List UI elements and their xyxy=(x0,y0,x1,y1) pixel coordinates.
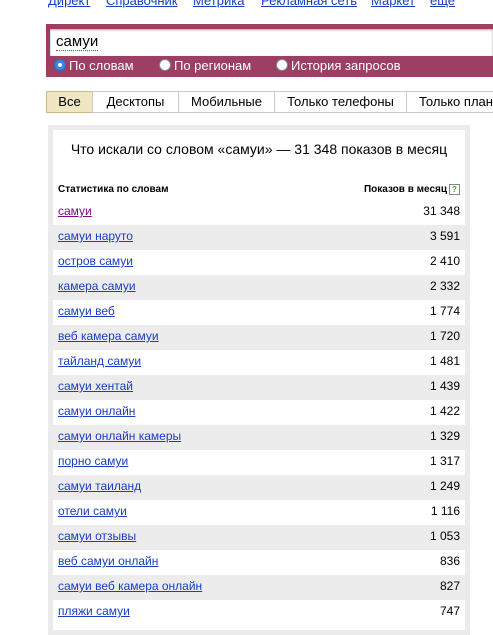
keyword-link[interactable]: самуи веб xyxy=(58,304,115,318)
search-input[interactable]: самуи xyxy=(50,29,493,56)
keyword-link[interactable]: самуи онлайн xyxy=(58,404,135,418)
nav-link-reference[interactable]: Справочник xyxy=(106,0,178,8)
panel-title: Что искали со словом «самуи» — 31 348 по… xyxy=(70,141,448,157)
impressions-count: 3 591 xyxy=(429,229,460,243)
mode-query-history-label: История запросов xyxy=(291,58,401,73)
column-header-impressions-label: Показов в месяц xyxy=(363,184,447,195)
help-icon[interactable]: ? xyxy=(449,184,460,195)
table-row: самуи веб камера онлайн 827 xyxy=(53,575,465,600)
tab-tablets-only[interactable]: Только планшеты xyxy=(406,91,493,113)
nav-link-metrika[interactable]: Метрика xyxy=(193,0,244,8)
keyword-link[interactable]: камера самуи xyxy=(58,279,136,293)
table-row: порно самуи 1 317 xyxy=(53,450,465,475)
keyword-link[interactable]: тайланд самуи xyxy=(58,354,141,368)
keyword-link[interactable]: самуи хентай xyxy=(58,379,133,393)
table-row: остров самуи 2 410 xyxy=(53,250,465,275)
table-row: самуи таиланд 1 249 xyxy=(53,475,465,500)
impressions-count: 827 xyxy=(439,579,460,593)
table-row: самуи онлайн камеры 1 329 xyxy=(53,425,465,450)
search-query-text: самуи xyxy=(56,33,99,51)
column-header-impressions: Показов в месяц? xyxy=(364,184,460,195)
tab-all[interactable]: Все xyxy=(46,91,93,113)
table-row: самуи отзывы 1 053 xyxy=(53,525,465,550)
impressions-count: 1 317 xyxy=(429,454,460,468)
impressions-count: 1 481 xyxy=(429,354,460,368)
table-row: камера самуи 2 332 xyxy=(53,275,465,300)
keyword-link[interactable]: остров самуи xyxy=(58,254,133,268)
impressions-count: 1 053 xyxy=(429,529,460,543)
impressions-count: 1 422 xyxy=(429,404,460,418)
impressions-count: 1 116 xyxy=(430,504,460,518)
keyword-link[interactable]: самуи отзывы xyxy=(58,529,136,543)
impressions-count: 747 xyxy=(439,604,460,618)
keyword-link[interactable]: веб самуи онлайн xyxy=(58,554,158,568)
keyword-table: самуи 31 348 самуи наруто 3 591 остров самуи… xyxy=(53,200,465,625)
keyword-link[interactable]: самуи таиланд xyxy=(58,479,141,493)
table-row: самуи 31 348 xyxy=(53,200,465,225)
keyword-link[interactable]: самуи веб камера онлайн xyxy=(58,579,202,593)
table-row: самуи онлайн 1 422 xyxy=(53,400,465,425)
radio-icon[interactable] xyxy=(159,59,171,71)
impressions-count: 836 xyxy=(439,554,460,568)
keyword-link[interactable]: самуи xyxy=(58,204,92,218)
table-row: самуи веб 1 774 xyxy=(53,300,465,325)
radio-selected-icon[interactable] xyxy=(54,59,66,71)
keyword-link[interactable]: отели самуи xyxy=(58,504,127,518)
table-row: тайланд самуи 1 481 xyxy=(53,350,465,375)
nav-link-market[interactable]: Маркет xyxy=(371,0,415,8)
impressions-count: 2 332 xyxy=(429,279,460,293)
table-row: самуи наруто 3 591 xyxy=(53,225,465,250)
impressions-count: 1 329 xyxy=(429,429,460,443)
impressions-count: 31 348 xyxy=(423,204,460,218)
table-row: отели самуи 1 116 xyxy=(53,500,465,525)
table-row: веб самуи онлайн 836 xyxy=(53,550,465,575)
word-stats-content: Что искали со словом «самуи» — 31 348 по… xyxy=(53,130,465,630)
table-row: пляжи самуи 747 xyxy=(53,600,465,625)
impressions-count: 2 410 xyxy=(429,254,460,268)
tab-desktops[interactable]: Десктопы xyxy=(92,91,179,113)
column-header-words: Статистика по словам xyxy=(58,184,169,195)
impressions-count: 1 774 xyxy=(429,304,460,318)
nav-link-ad-network[interactable]: Рекламная сеть xyxy=(261,0,357,8)
impressions-count: 1 720 xyxy=(429,329,460,343)
nav-link-more[interactable]: еще xyxy=(430,0,455,8)
keyword-link[interactable]: самуи онлайн камеры xyxy=(58,429,181,443)
keyword-link[interactable]: пляжи самуи xyxy=(58,604,130,618)
keyword-link[interactable]: порно самуи xyxy=(58,454,128,468)
radio-icon[interactable] xyxy=(276,59,288,71)
nav-link-direct[interactable]: Директ xyxy=(48,0,90,8)
impressions-count: 1 439 xyxy=(429,379,460,393)
tab-mobile[interactable]: Мобильные xyxy=(178,91,275,113)
mode-by-words-label: По словам xyxy=(69,58,134,73)
word-stats-panel: Что искали со словом «самуи» — 31 348 по… xyxy=(48,125,470,635)
tab-phones-only[interactable]: Только телефоны xyxy=(274,91,407,113)
table-row: веб камера самуи 1 720 xyxy=(53,325,465,350)
impressions-count: 1 249 xyxy=(429,479,460,493)
keyword-link[interactable]: самуи наруто xyxy=(58,229,133,243)
mode-by-regions-label: По регионам xyxy=(174,58,252,73)
keyword-link[interactable]: веб камера самуи xyxy=(58,329,159,343)
table-row: самуи хентай 1 439 xyxy=(53,375,465,400)
